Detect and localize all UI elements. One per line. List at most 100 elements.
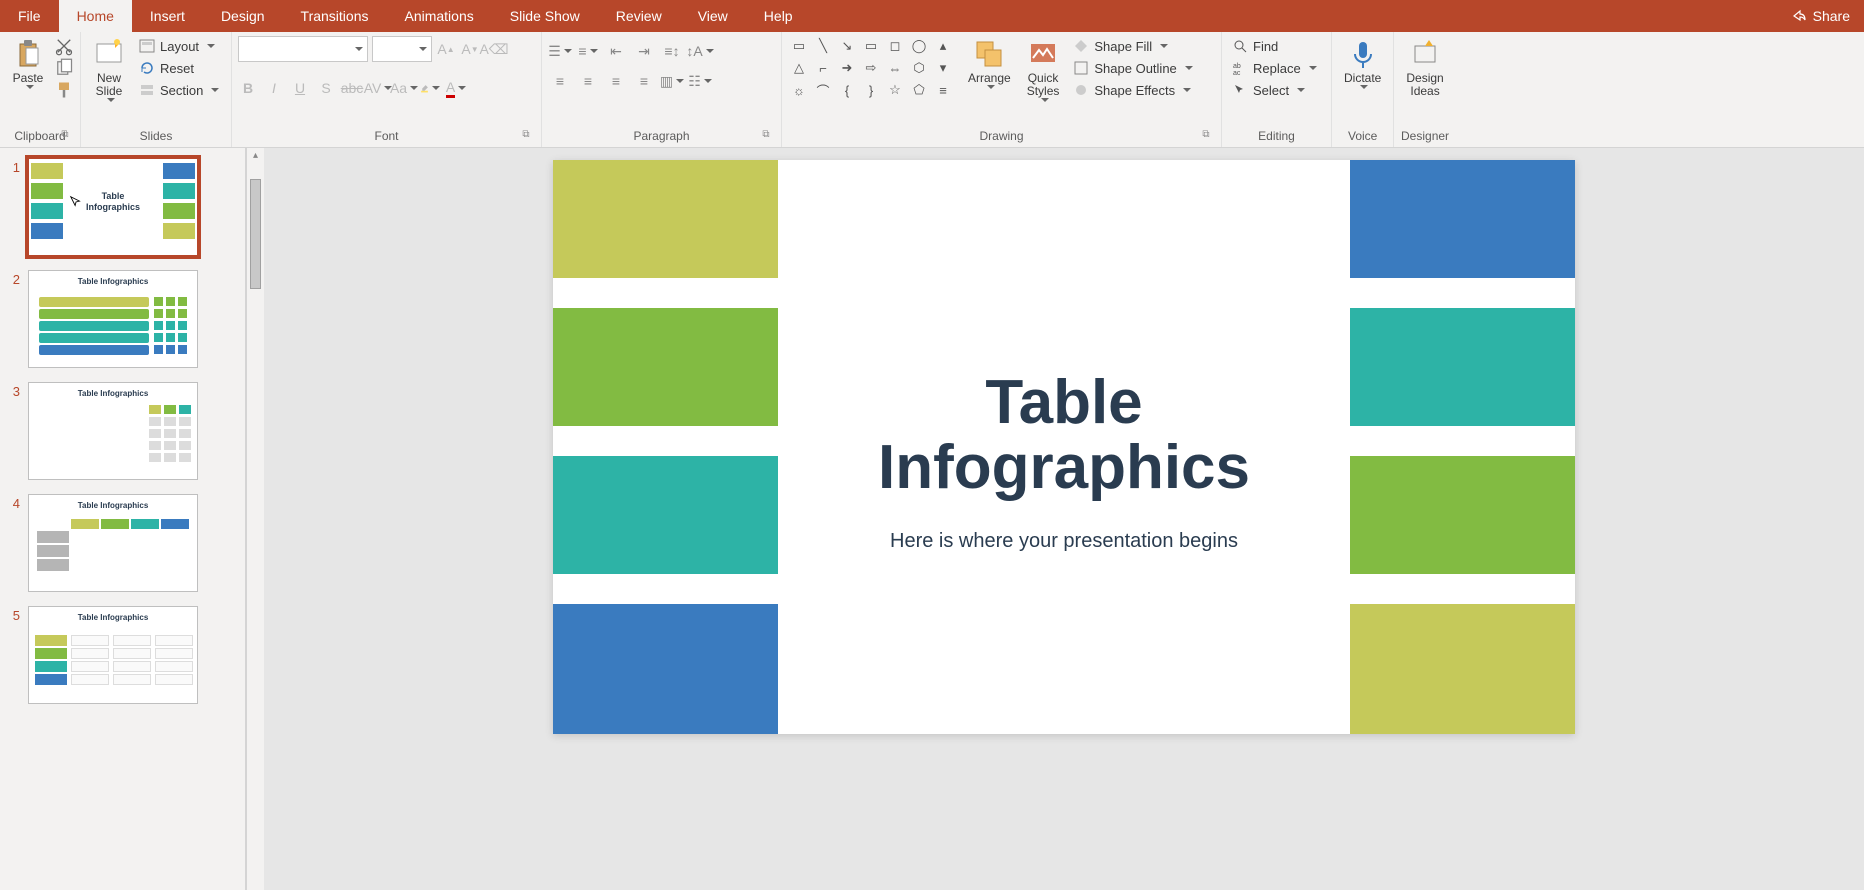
italic-button[interactable]: I <box>264 78 284 98</box>
slide-1[interactable]: Table Infographics Here is where your pr… <box>553 160 1575 734</box>
clear-formatting-button[interactable]: A⌫ <box>484 39 504 59</box>
numbering-button[interactable]: ≡ <box>576 40 600 62</box>
quick-styles-button[interactable]: Quick Styles <box>1021 36 1066 104</box>
shape-outline-button[interactable]: Shape Outline <box>1069 58 1199 78</box>
group-voice-label: Voice <box>1348 129 1377 143</box>
shape-arrow-double[interactable]: ⇔ <box>884 58 906 78</box>
tab-home[interactable]: Home <box>59 0 132 32</box>
text-direction-button[interactable]: ↕A <box>688 40 712 62</box>
arrange-button[interactable]: Arrange <box>962 36 1017 91</box>
font-color-button[interactable]: A <box>446 78 466 98</box>
find-button[interactable]: Find <box>1228 36 1321 56</box>
slide-subtitle[interactable]: Here is where your presentation begins <box>890 530 1238 553</box>
thumbnail-slide-1[interactable]: Table Infographics <box>28 158 198 256</box>
strike-button[interactable]: abc <box>342 78 362 98</box>
slide-thumbnails-pane[interactable]: 1 Table Infographics 2 Table Infographic… <box>0 148 246 890</box>
gallery-more[interactable]: ≡ <box>932 80 954 100</box>
font-size-select[interactable] <box>372 36 432 62</box>
section-icon <box>139 82 155 98</box>
paste-button[interactable]: Paste <box>6 36 50 91</box>
shape-textbox[interactable]: ▭ <box>788 36 810 56</box>
slide-canvas-area[interactable]: Table Infographics Here is where your pr… <box>264 148 1864 890</box>
group-clipboard: Paste Clipboard⧉ <box>0 32 81 147</box>
gallery-down[interactable]: ▾ <box>932 58 954 78</box>
thumbnail-slide-3[interactable]: Table Infographics <box>28 382 198 480</box>
share-button[interactable]: Share <box>1777 0 1864 32</box>
gallery-up[interactable]: ▴ <box>932 36 954 56</box>
decrease-indent-button[interactable]: ⇤ <box>604 40 628 62</box>
replace-button[interactable]: abacReplace <box>1228 58 1321 78</box>
scrollbar-up[interactable]: ▴ <box>247 148 264 161</box>
highlight-button[interactable] <box>420 78 440 98</box>
shape-fill-button[interactable]: Shape Fill <box>1069 36 1199 56</box>
decrease-font-button[interactable]: A▼ <box>460 39 480 59</box>
tab-review[interactable]: Review <box>598 0 680 32</box>
shadow-button[interactable]: S <box>316 78 336 98</box>
tab-help[interactable]: Help <box>746 0 811 32</box>
reset-button[interactable]: Reset <box>135 58 225 78</box>
shape-line[interactable]: ╲ <box>812 36 834 56</box>
bold-button[interactable]: B <box>238 78 258 98</box>
tab-transitions[interactable]: Transitions <box>283 0 387 32</box>
shape-arc[interactable]: ⌒ <box>812 80 834 100</box>
drawing-dialog-launcher[interactable]: ⧉ <box>1199 129 1213 143</box>
shapes-gallery[interactable]: ▭ ╲ ↘ ▭ ◻ ◯ ▴ △ ⌐ ➜ ⇨ ⇔ ⬡ ▾ ☼ ⌒ { } ☆ ⬠ <box>788 36 958 100</box>
shape-triangle[interactable]: △ <box>788 58 810 78</box>
ribbon-tabs: File Home Insert Design Transitions Anim… <box>0 0 811 32</box>
clipboard-dialog-launcher[interactable]: ⧉ <box>58 129 72 143</box>
bullets-button[interactable]: ☰ <box>548 40 572 62</box>
line-spacing-button[interactable]: ≡↕ <box>660 40 684 62</box>
shape-arrow-line[interactable]: ↘ <box>836 36 858 56</box>
shape-arrow-block[interactable]: ⇨ <box>860 58 882 78</box>
smartart-button[interactable]: ☷ <box>688 70 712 92</box>
shape-star[interactable]: ☆ <box>884 80 906 100</box>
increase-indent-button[interactable]: ⇥ <box>632 40 656 62</box>
deco-block <box>1350 604 1575 734</box>
font-name-select[interactable] <box>238 36 368 62</box>
shape-brace-r[interactable]: } <box>860 80 882 100</box>
align-left-button[interactable]: ≡ <box>548 70 572 92</box>
cut-button[interactable] <box>54 36 74 56</box>
thumbnails-scrollbar[interactable]: ▴ <box>246 148 264 890</box>
justify-button[interactable]: ≡ <box>632 70 656 92</box>
thumbnail-slide-5[interactable]: Table Infographics <box>28 606 198 704</box>
paragraph-dialog-launcher[interactable]: ⧉ <box>759 129 773 143</box>
svg-text:ac: ac <box>1233 70 1241 76</box>
columns-button[interactable]: ▥ <box>660 70 684 92</box>
tab-slideshow[interactable]: Slide Show <box>492 0 598 32</box>
design-ideas-button[interactable]: Design Ideas <box>1400 36 1449 100</box>
scrollbar-thumb[interactable] <box>250 179 261 289</box>
shape-effects-button[interactable]: Shape Effects <box>1069 80 1199 100</box>
tab-file[interactable]: File <box>0 0 59 32</box>
tab-view[interactable]: View <box>680 0 746 32</box>
shape-callout[interactable]: ⬠ <box>908 80 930 100</box>
select-button[interactable]: Select <box>1228 80 1321 100</box>
layout-button[interactable]: Layout <box>135 36 225 56</box>
shape-rect[interactable]: ▭ <box>860 36 882 56</box>
increase-font-button[interactable]: A▲ <box>436 39 456 59</box>
shape-rounded[interactable]: ◻ <box>884 36 906 56</box>
format-painter-button[interactable] <box>54 80 74 100</box>
align-center-button[interactable]: ≡ <box>576 70 600 92</box>
slide-title[interactable]: Table Infographics <box>878 370 1250 500</box>
change-case-button[interactable]: Aa <box>394 78 414 98</box>
font-dialog-launcher[interactable]: ⧉ <box>519 129 533 143</box>
shape-brace-l[interactable]: { <box>836 80 858 100</box>
copy-button[interactable] <box>54 58 74 78</box>
dictate-button[interactable]: Dictate <box>1338 36 1387 91</box>
section-button[interactable]: Section <box>135 80 225 100</box>
shape-sun[interactable]: ☼ <box>788 80 810 100</box>
tab-design[interactable]: Design <box>203 0 283 32</box>
thumbnail-slide-4[interactable]: Table Infographics <box>28 494 198 592</box>
new-slide-button[interactable]: New Slide <box>87 36 131 104</box>
tab-animations[interactable]: Animations <box>386 0 491 32</box>
tab-insert[interactable]: Insert <box>132 0 203 32</box>
char-spacing-button[interactable]: AV <box>368 78 388 98</box>
align-right-button[interactable]: ≡ <box>604 70 628 92</box>
shape-arrow-right[interactable]: ➜ <box>836 58 858 78</box>
thumbnail-slide-2[interactable]: Table Infographics <box>28 270 198 368</box>
shape-hexagon[interactable]: ⬡ <box>908 58 930 78</box>
shape-connector[interactable]: ⌐ <box>812 58 834 78</box>
shape-oval[interactable]: ◯ <box>908 36 930 56</box>
underline-button[interactable]: U <box>290 78 310 98</box>
